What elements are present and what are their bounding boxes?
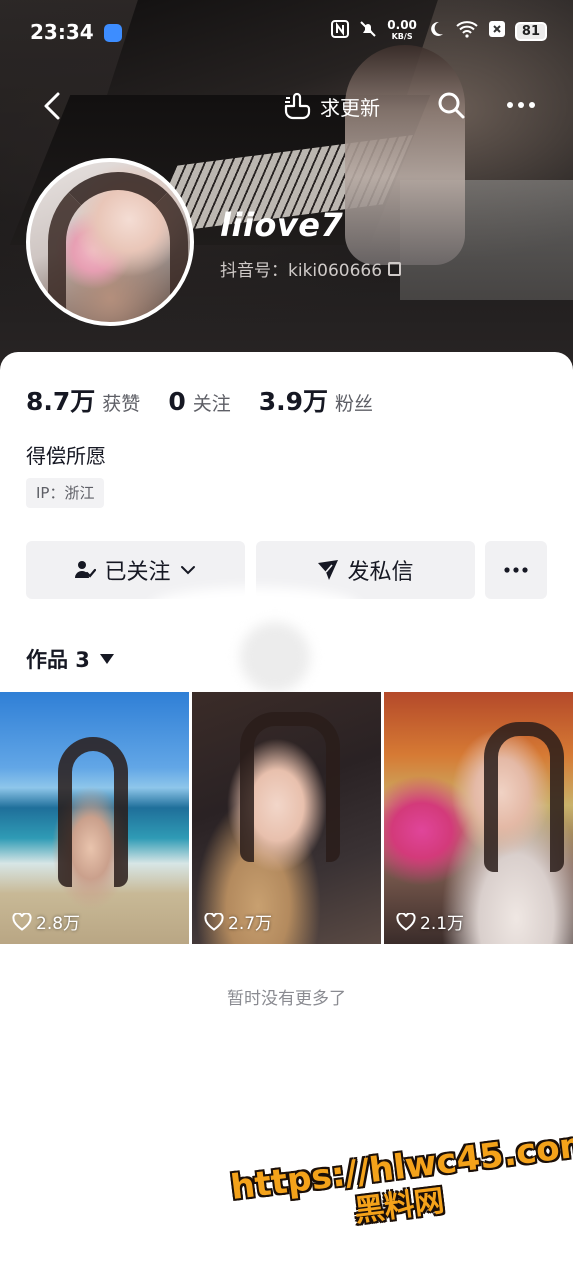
thumbnail-image-detail (58, 737, 128, 887)
likes-label[interactable]: 获赞 (102, 389, 140, 416)
more-dots-icon (504, 567, 528, 573)
no-more-text: 暂时没有更多了 (227, 989, 346, 1009)
wifi-icon (455, 20, 479, 42)
avatar-image-hair (48, 172, 188, 322)
video-likes-count: 2.8万 (36, 914, 81, 934)
heart-icon (12, 912, 32, 931)
more-actions-button[interactable] (485, 541, 547, 599)
send-message-label: 发私信 (347, 560, 414, 585)
more-dots-icon (507, 102, 535, 108)
send-icon (318, 560, 339, 580)
bio: 得偿所愿 (26, 444, 106, 468)
video-likes-count: 2.7万 (228, 914, 273, 934)
search-button[interactable] (436, 90, 466, 120)
more-options-button[interactable] (504, 90, 538, 120)
avatar[interactable] (26, 158, 194, 326)
status-bar: 23:34 0.00 KB/S 81 (0, 14, 573, 54)
request-update-label: 求更新 (320, 95, 380, 120)
heart-icon (204, 912, 224, 931)
likes-count[interactable]: 8.7万 (26, 382, 95, 418)
blur-overlay (240, 622, 310, 692)
close-box-icon (488, 21, 505, 41)
blur-overlay (150, 587, 360, 627)
works-tab-label: 作品 3 (26, 648, 90, 672)
top-nav: 求更新 (0, 84, 573, 128)
username: liiove7 (220, 206, 344, 244)
stats-row: 8.7万 获赞 0 关注 3.9万 粉丝 (26, 382, 401, 418)
back-button[interactable] (36, 88, 72, 124)
search-icon (438, 92, 465, 119)
heart-icon (396, 912, 416, 931)
net-speed: 0.00 KB/S (387, 18, 417, 42)
followers-count[interactable]: 3.9万 (259, 382, 328, 418)
banner-image-pianist (345, 45, 465, 265)
chevron-left-icon (44, 92, 60, 120)
following-count[interactable]: 0 (168, 387, 185, 416)
mute-icon (359, 20, 377, 42)
app-notification-icon (104, 24, 122, 42)
thumbnail-image-detail (484, 722, 564, 872)
video-thumbnail[interactable]: 2.1万 (384, 692, 573, 944)
video-likes: 2.8万 (12, 909, 80, 934)
moon-icon (427, 20, 445, 42)
works-grid: 2.8万 2.7万 2.1万 (0, 692, 573, 944)
poke-hand-icon (284, 92, 311, 120)
net-speed-unit: KB/S (391, 32, 413, 41)
video-thumbnail[interactable]: 2.7万 (192, 692, 381, 944)
copy-icon[interactable] (388, 261, 402, 276)
status-time: 23:34 (30, 20, 94, 44)
video-thumbnail[interactable]: 2.8万 (0, 692, 189, 944)
caret-down-icon (99, 654, 114, 664)
thumbnail-image-detail (240, 712, 340, 862)
video-likes: 2.1万 (396, 909, 464, 934)
video-likes: 2.7万 (204, 909, 272, 934)
nfc-icon (331, 20, 350, 42)
tab-works[interactable]: 作品 3 (26, 644, 114, 674)
net-speed-value: 0.00 (387, 18, 417, 32)
chevron-down-icon (180, 566, 195, 575)
battery-icon: 81 (514, 21, 547, 41)
status-icons: 0.00 KB/S 81 (331, 18, 547, 42)
video-likes-count: 2.1万 (420, 914, 465, 934)
followers-label[interactable]: 粉丝 (335, 389, 373, 416)
douyin-id[interactable]: 抖音号：kiki060666 (220, 256, 402, 281)
request-update-button[interactable]: 求更新 (282, 90, 380, 122)
user-check-icon (75, 561, 97, 578)
douyin-id-text: 抖音号：kiki060666 (220, 261, 383, 281)
following-label[interactable]: 关注 (193, 389, 231, 416)
followed-label: 已关注 (104, 560, 171, 585)
ip-location-tag: IP：浙江 (26, 478, 105, 508)
